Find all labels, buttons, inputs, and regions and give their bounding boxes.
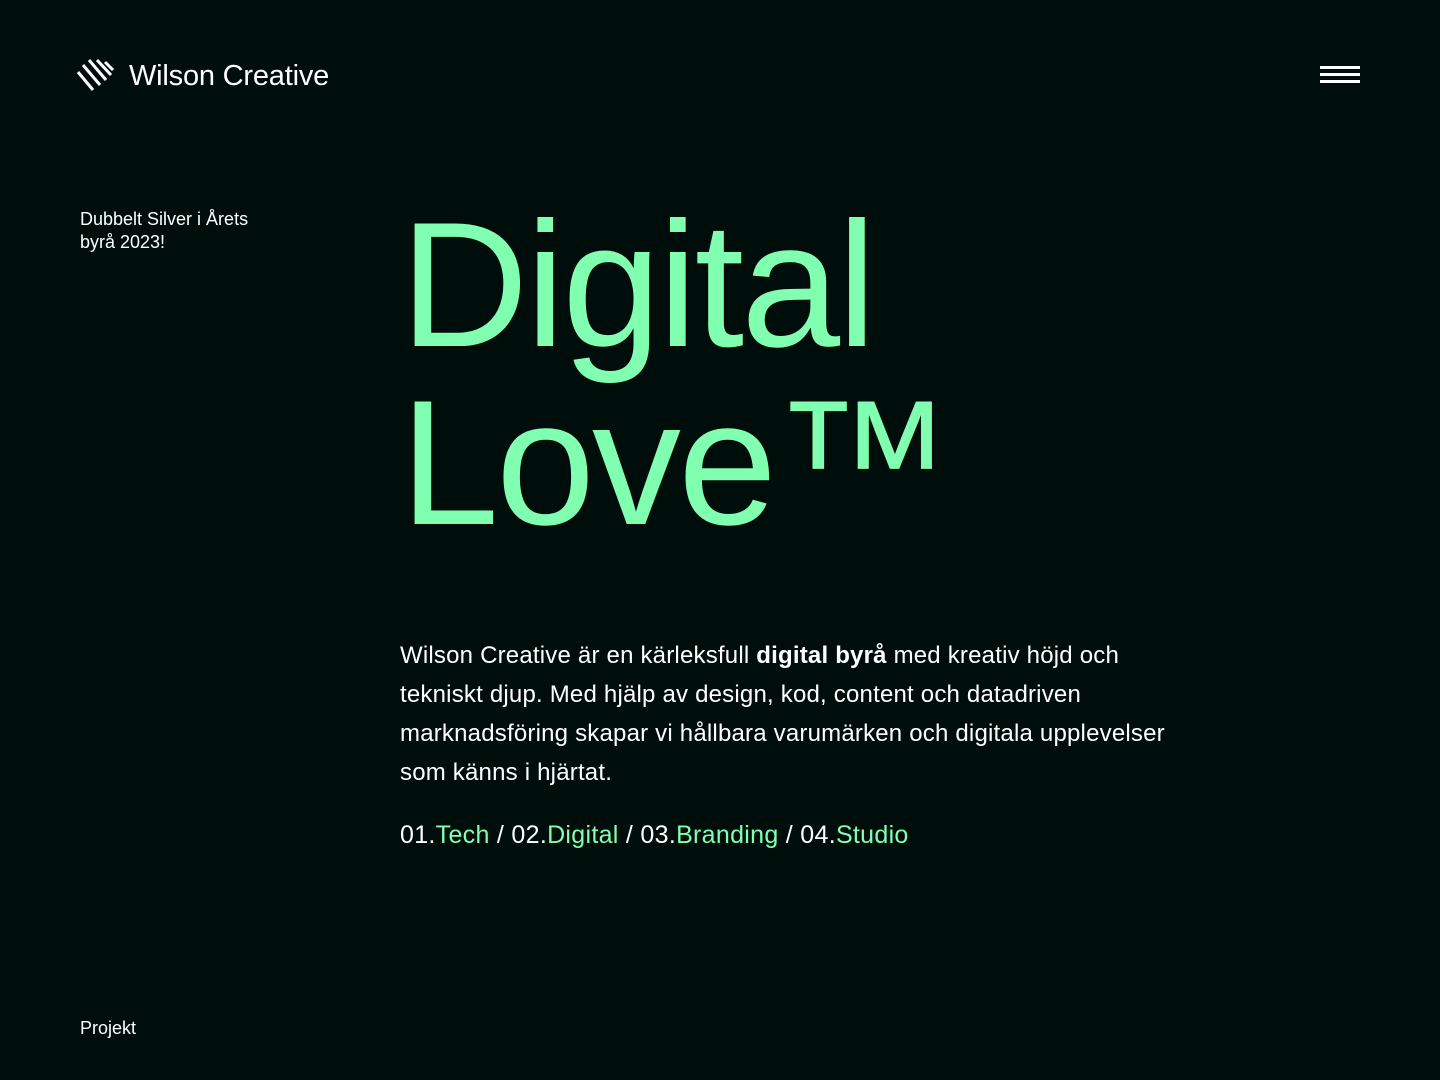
service-separator: /	[489, 821, 512, 849]
award-text: Dubbelt Silver i Årets byrå 2023!	[80, 208, 300, 254]
service-number: 04.	[800, 821, 836, 849]
service-number: 01.	[400, 821, 436, 849]
projects-link[interactable]: Projekt	[80, 1016, 136, 1040]
service-link-tech[interactable]: Tech	[436, 821, 490, 849]
intro-text-bold: digital byrå	[756, 642, 887, 669]
intro-text-1: Wilson Creative är en kärleksfull	[400, 642, 757, 669]
hero-title-line-2: Love™	[400, 363, 952, 562]
hero-title-line-1: Digital	[400, 185, 877, 384]
hamburger-menu-icon	[1320, 66, 1360, 69]
hamburger-menu-icon-bar	[1320, 80, 1360, 83]
services-nav: 01.Tech / 02.Digital / 03.Branding / 04.…	[400, 816, 909, 854]
service-number: 03.	[640, 821, 677, 849]
service-link-branding[interactable]: Branding	[676, 821, 778, 849]
hero-title: Digital Love™	[400, 185, 952, 562]
service-separator: /	[618, 821, 641, 849]
award-line-1: Dubbelt Silver i Årets	[80, 209, 249, 229]
logo-link[interactable]: Wilson Creative	[76, 58, 329, 94]
wilson-creative-logo-icon	[76, 58, 115, 91]
service-separator: /	[778, 821, 801, 849]
hamburger-menu-button[interactable]	[1320, 66, 1360, 88]
service-number: 02.	[511, 821, 548, 849]
hamburger-menu-icon-bar	[1320, 73, 1360, 76]
award-line-2: byrå 2023!	[80, 232, 166, 252]
logo-text: Wilson Creative	[129, 60, 330, 92]
service-link-digital[interactable]: Digital	[547, 821, 619, 849]
service-link-studio[interactable]: Studio	[836, 821, 909, 849]
site-header: Wilson Creative	[0, 0, 1440, 150]
intro-paragraph: Wilson Creative är en kärleksfull digita…	[400, 636, 1180, 792]
